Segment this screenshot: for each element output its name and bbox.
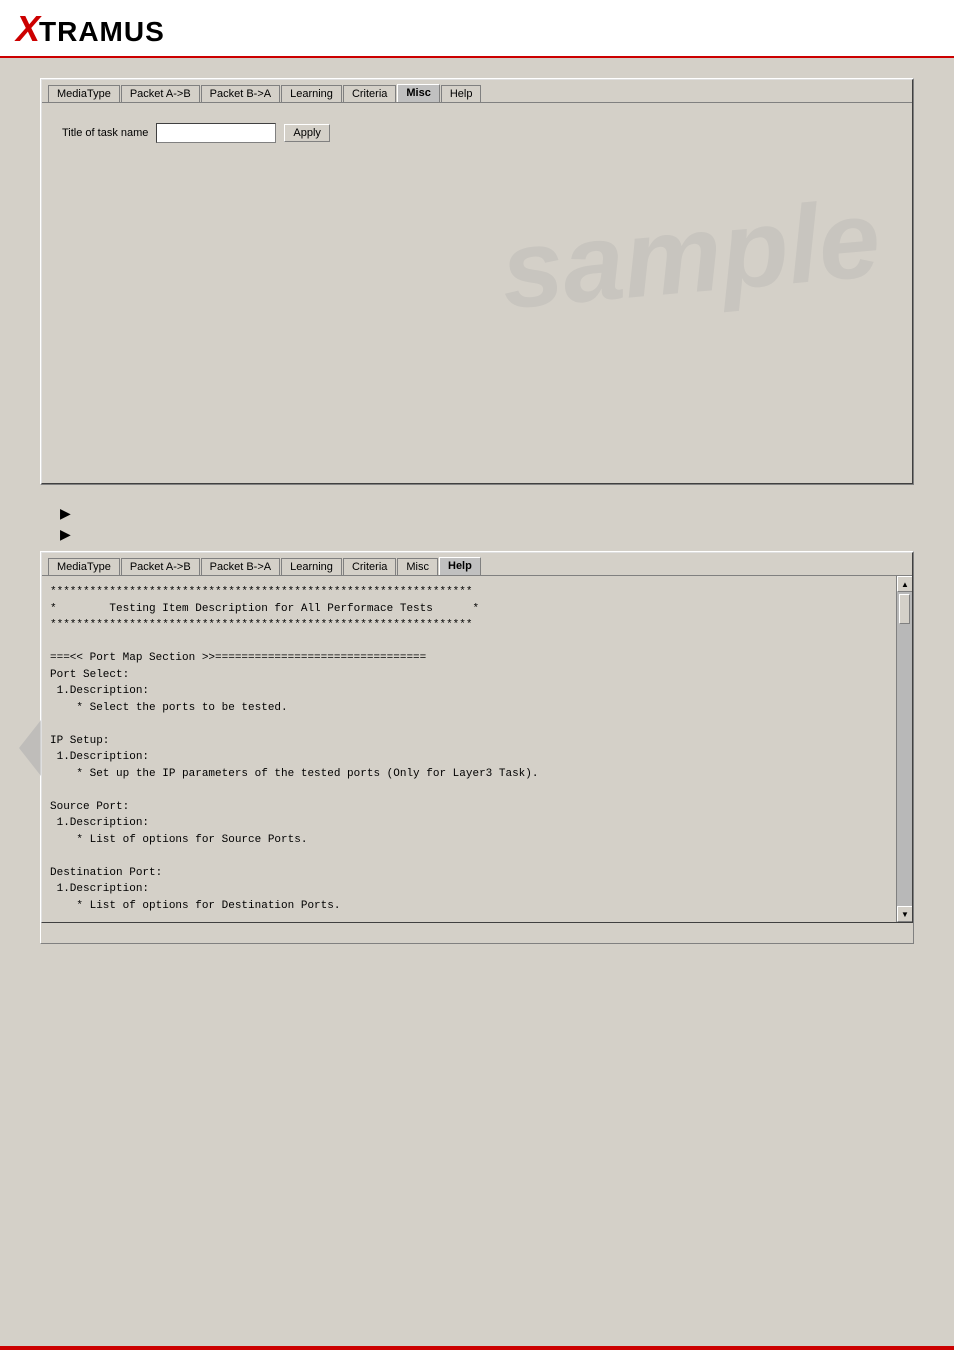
footer-red-line: [0, 1346, 954, 1350]
help-line: ===<< Port Map Section >>===============…: [50, 650, 892, 667]
tab-criteria-top[interactable]: Criteria: [343, 85, 396, 102]
help-line: * Select the ports to be tested.: [50, 700, 892, 717]
top-tab-bar: MediaType Packet A->B Packet B->A Learni…: [42, 80, 912, 103]
help-line: IP Setup:: [50, 733, 892, 750]
help-line: Source Port:: [50, 799, 892, 816]
main-content: MediaType Packet A->B Packet B->A Learni…: [0, 58, 954, 984]
tab-help-top[interactable]: Help: [441, 85, 482, 102]
tab-learning-top[interactable]: Learning: [281, 85, 342, 102]
scroll-track: [897, 592, 912, 906]
bottom-panel-footer: [41, 923, 913, 943]
arrow-item-1: ▶: [60, 505, 914, 522]
help-line: 1.Description:: [50, 749, 892, 766]
help-line: Port Select:: [50, 667, 892, 684]
top-panel: MediaType Packet A->B Packet B->A Learni…: [40, 78, 914, 485]
logo-rest: TRAMUS: [39, 16, 165, 47]
scroll-thumb[interactable]: [899, 594, 910, 624]
tab-help-bottom[interactable]: Help: [439, 557, 481, 575]
bottom-panel: MediaType Packet A->B Packet B->A Learni…: [40, 551, 914, 944]
left-deco-arrow: [19, 720, 41, 776]
arrow-list: ▶ ▶: [60, 505, 914, 543]
help-line: [50, 634, 892, 651]
bottom-tab-bar: MediaType Packet A->B Packet B->A Learni…: [42, 553, 912, 576]
help-line: [50, 716, 892, 733]
help-line: 1.Description:: [50, 881, 892, 898]
watermark-text: sample: [496, 175, 885, 335]
tab-packet-btoa-top[interactable]: Packet B->A: [201, 85, 280, 102]
task-name-input[interactable]: [156, 123, 276, 143]
tab-criteria-bottom[interactable]: Criteria: [343, 558, 396, 575]
help-content-area: ****************************************…: [42, 576, 912, 922]
tab-learning-bottom[interactable]: Learning: [281, 558, 342, 575]
help-line: [50, 848, 892, 865]
help-line: * Set up the IP parameters of the tested…: [50, 766, 892, 783]
logo: XTRAMUS: [16, 8, 165, 50]
help-scroll-wrapper: ****************************************…: [42, 576, 912, 922]
arrow-item-2: ▶: [60, 526, 914, 543]
help-line: ****************************************…: [50, 584, 892, 601]
tab-mediatype-bottom[interactable]: MediaType: [48, 558, 120, 575]
header: XTRAMUS: [0, 0, 954, 58]
tab-packet-btoa-bottom[interactable]: Packet B->A: [201, 558, 280, 575]
logo-x: X: [16, 8, 39, 49]
tab-mediatype-top[interactable]: MediaType: [48, 85, 120, 102]
scrollbar[interactable]: ▲ ▼: [896, 576, 912, 922]
help-line: 1.Description:: [50, 815, 892, 832]
scroll-up-button[interactable]: ▲: [897, 576, 912, 592]
help-line: Destination Port:: [50, 865, 892, 882]
task-name-label: Title of task name: [62, 127, 148, 139]
bottom-panel-inner: MediaType Packet A->B Packet B->A Learni…: [41, 552, 913, 923]
help-line: * List of options for Destination Ports.: [50, 898, 892, 915]
tab-packet-atob-top[interactable]: Packet A->B: [121, 85, 200, 102]
watermark-area: sample: [54, 151, 900, 431]
help-text: ****************************************…: [42, 576, 912, 922]
help-line: * Testing Item Description for All Perfo…: [50, 601, 892, 618]
misc-content: Title of task name Apply: [54, 115, 900, 151]
tab-misc-bottom[interactable]: Misc: [397, 558, 438, 575]
top-tab-content: Title of task name Apply sample: [42, 103, 912, 483]
scroll-down-button[interactable]: ▼: [897, 906, 912, 922]
left-arrow-shape: [19, 720, 41, 776]
help-line: [50, 782, 892, 799]
tab-packet-atob-bottom[interactable]: Packet A->B: [121, 558, 200, 575]
help-line: 1.Description:: [50, 683, 892, 700]
help-line: * List of options for Source Ports.: [50, 832, 892, 849]
top-panel-inner: MediaType Packet A->B Packet B->A Learni…: [41, 79, 913, 484]
help-line: ****************************************…: [50, 617, 892, 634]
apply-button[interactable]: Apply: [284, 124, 330, 142]
tab-misc-top[interactable]: Misc: [397, 84, 439, 102]
